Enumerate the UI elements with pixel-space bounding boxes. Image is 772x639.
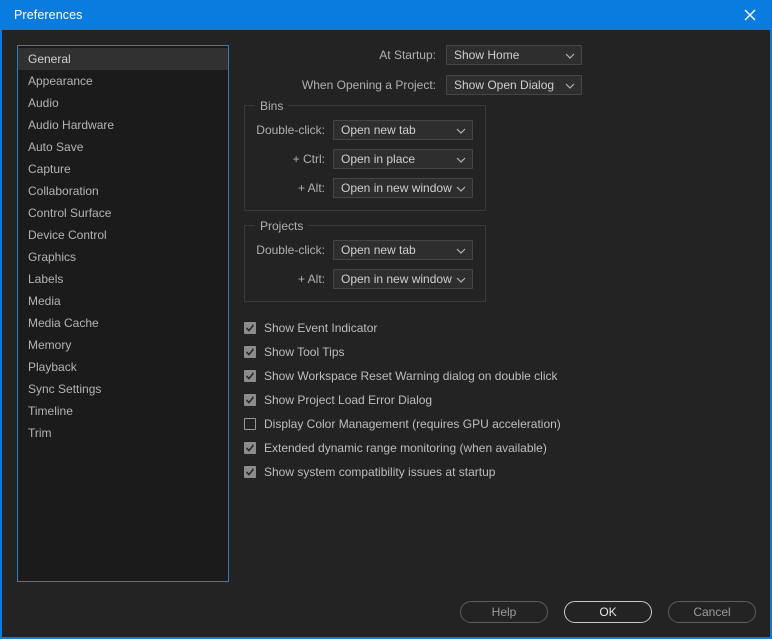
chevron-down-icon: [456, 181, 466, 195]
bins-group: Bins Double-click: Open new tab + Ctrl: …: [244, 99, 486, 211]
checkbox-row-display-color-management[interactable]: Display Color Management (requires GPU a…: [234, 412, 760, 436]
chevron-down-icon: [456, 123, 466, 137]
bins-ctrl-select[interactable]: Open in place: [333, 149, 473, 169]
bins-alt-value: Open in new window: [341, 181, 452, 195]
bins-double-click-value: Open new tab: [341, 123, 416, 137]
checkbox-row-show-event-indicator[interactable]: Show Event Indicator: [234, 316, 760, 340]
bins-ctrl-value: Open in place: [341, 152, 416, 166]
projects-group: Projects Double-click: Open new tab + Al…: [244, 219, 486, 302]
checkbox-label-extended-dynamic-range: Extended dynamic range monitoring (when …: [264, 441, 547, 455]
window-title: Preferences: [14, 8, 83, 22]
checkbox-display-color-management[interactable]: [244, 418, 256, 430]
chevron-down-icon: [565, 48, 575, 62]
sidebar-item-graphics[interactable]: Graphics: [18, 246, 228, 268]
dialog-footer: Help OK Cancel: [460, 601, 756, 623]
projects-alt-value: Open in new window: [341, 272, 452, 286]
checkbox-label-show-event-indicator: Show Event Indicator: [264, 321, 378, 335]
checkbox-label-project-load-error: Show Project Load Error Dialog: [264, 393, 433, 407]
help-button[interactable]: Help: [460, 601, 548, 623]
when-opening-project-select[interactable]: Show Open Dialog: [446, 75, 582, 95]
category-list[interactable]: General Appearance Audio Audio Hardware …: [17, 45, 229, 582]
chevron-down-icon: [456, 272, 466, 286]
sidebar-item-playback[interactable]: Playback: [18, 356, 228, 378]
checkbox-row-extended-dynamic-range[interactable]: Extended dynamic range monitoring (when …: [234, 436, 760, 460]
settings-pane: At Startup: Show Home When Opening a Pro…: [234, 45, 760, 577]
projects-alt-select[interactable]: Open in new window: [333, 269, 473, 289]
projects-double-click-label: Double-click:: [256, 243, 325, 257]
checkbox-show-event-indicator[interactable]: [244, 322, 256, 334]
sidebar-item-audio-hardware[interactable]: Audio Hardware: [18, 114, 228, 136]
checkbox-group: Show Event Indicator Show Tool Tips Show…: [234, 316, 760, 484]
bins-double-click-select[interactable]: Open new tab: [333, 120, 473, 140]
projects-group-title: Projects: [255, 219, 309, 233]
chevron-down-icon: [565, 78, 575, 92]
checkbox-extended-dynamic-range[interactable]: [244, 442, 256, 454]
dialog-body: General Appearance Audio Audio Hardware …: [2, 30, 770, 637]
checkbox-row-project-load-error[interactable]: Show Project Load Error Dialog: [234, 388, 760, 412]
sidebar-item-auto-save[interactable]: Auto Save: [18, 136, 228, 158]
sidebar-item-audio[interactable]: Audio: [18, 92, 228, 114]
bins-alt-label: + Alt:: [297, 181, 325, 195]
sidebar-item-timeline[interactable]: Timeline: [18, 400, 228, 422]
when-opening-project-value: Show Open Dialog: [454, 78, 555, 92]
sidebar-item-memory[interactable]: Memory: [18, 334, 228, 356]
at-startup-value: Show Home: [454, 48, 520, 62]
when-opening-project-row: When Opening a Project: Show Open Dialog: [234, 75, 760, 95]
sidebar-item-labels[interactable]: Labels: [18, 268, 228, 290]
bins-group-title: Bins: [255, 99, 289, 113]
bins-alt-row: + Alt: Open in new window: [245, 178, 485, 198]
checkbox-row-system-compatibility[interactable]: Show system compatibility issues at star…: [234, 460, 760, 484]
sidebar-item-general[interactable]: General: [18, 48, 228, 70]
sidebar-item-collaboration[interactable]: Collaboration: [18, 180, 228, 202]
sidebar-item-trim[interactable]: Trim: [18, 422, 228, 444]
projects-alt-row: + Alt: Open in new window: [245, 269, 485, 289]
chevron-down-icon: [456, 152, 466, 166]
bins-double-click-row: Double-click: Open new tab: [245, 120, 485, 140]
checkbox-label-system-compatibility: Show system compatibility issues at star…: [264, 465, 496, 479]
cancel-button[interactable]: Cancel: [668, 601, 756, 623]
sidebar-item-capture[interactable]: Capture: [18, 158, 228, 180]
sidebar-item-sync-settings[interactable]: Sync Settings: [18, 378, 228, 400]
title-bar: Preferences: [0, 0, 772, 30]
ok-button[interactable]: OK: [564, 601, 652, 623]
sidebar-item-device-control[interactable]: Device Control: [18, 224, 228, 246]
at-startup-select[interactable]: Show Home: [446, 45, 582, 65]
checkbox-label-workspace-reset-warning: Show Workspace Reset Warning dialog on d…: [264, 369, 558, 383]
checkbox-project-load-error[interactable]: [244, 394, 256, 406]
bins-ctrl-row: + Ctrl: Open in place: [245, 149, 485, 169]
checkbox-row-show-tool-tips[interactable]: Show Tool Tips: [234, 340, 760, 364]
bins-alt-select[interactable]: Open in new window: [333, 178, 473, 198]
close-icon[interactable]: [728, 0, 772, 30]
preferences-dialog: Preferences General Appearance Audio Aud…: [0, 0, 772, 639]
chevron-down-icon: [456, 243, 466, 257]
bins-ctrl-label: + Ctrl:: [292, 152, 325, 166]
bins-double-click-label: Double-click:: [256, 123, 325, 137]
checkbox-show-tool-tips[interactable]: [244, 346, 256, 358]
checkbox-workspace-reset-warning[interactable]: [244, 370, 256, 382]
projects-double-click-select[interactable]: Open new tab: [333, 240, 473, 260]
at-startup-label: At Startup:: [379, 48, 436, 62]
when-opening-project-label: When Opening a Project:: [301, 78, 436, 92]
checkbox-label-show-tool-tips: Show Tool Tips: [264, 345, 345, 359]
projects-alt-label: + Alt:: [297, 272, 325, 286]
sidebar-item-appearance[interactable]: Appearance: [18, 70, 228, 92]
checkbox-row-workspace-reset-warning[interactable]: Show Workspace Reset Warning dialog on d…: [234, 364, 760, 388]
sidebar-item-control-surface[interactable]: Control Surface: [18, 202, 228, 224]
projects-double-click-value: Open new tab: [341, 243, 416, 257]
checkbox-label-display-color-management: Display Color Management (requires GPU a…: [264, 417, 561, 431]
sidebar-item-media-cache[interactable]: Media Cache: [18, 312, 228, 334]
projects-double-click-row: Double-click: Open new tab: [245, 240, 485, 260]
at-startup-row: At Startup: Show Home: [234, 45, 760, 65]
sidebar-item-media[interactable]: Media: [18, 290, 228, 312]
checkbox-system-compatibility[interactable]: [244, 466, 256, 478]
